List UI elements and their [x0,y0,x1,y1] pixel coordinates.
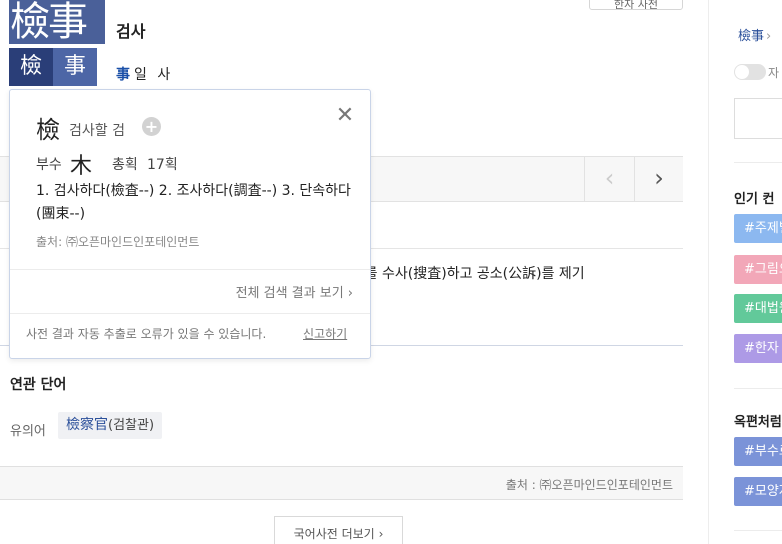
source-text: 출처 : ㈜오픈마인드인포테인먼트 [505,478,673,492]
popular-content-title: 인기 컨 [734,192,775,207]
synonym-chip[interactable]: 檢察官(검찰관) [58,412,163,439]
chevron-right-icon: › [766,29,772,44]
synonym-label: 유의어 [10,424,46,439]
sidebar-toggle-label: 자 [768,66,780,80]
popular-tag-2[interactable]: #그림으 [734,255,782,284]
popup-reading: 검사할 검 [69,123,125,139]
char-detail: 事일 사 [116,64,173,84]
more-dictionary-label: 국어사전 더보기 [293,527,375,541]
okpyeon-tag-1[interactable]: #부수로 [734,437,782,466]
hanja-char-cell-1[interactable]: 檢 [9,48,53,86]
radical-char: 木 [70,154,93,179]
popup-source: 출처: ㈜오픈마인드인포테인먼트 [36,235,200,249]
report-link[interactable]: 신고하기 [303,325,347,342]
chevron-right-icon: › [378,527,384,541]
char-detail-reading: 일 사 [134,67,174,83]
entry-reading: 검사 [116,22,146,41]
sidebar-crumb[interactable]: 檢事 › [738,25,771,44]
synonym-reading: (검찰관) [108,418,155,433]
popup-hanja: 檢 [36,116,60,144]
strokes-label: 총획 [112,157,138,173]
divider [734,162,782,163]
chevron-left-icon[interactable]: ‹ [584,157,634,201]
plus-icon[interactable]: + [142,117,161,136]
right-sidebar: 檢事› 자 인기 컨 #주제별 #그림으 #대법원 #한자 옥편처럼 #부수로 … [734,0,782,544]
strokes-value: 17획 [147,157,178,173]
divider [734,388,782,389]
okpyeon-title: 옥편처럼 [734,415,782,430]
okpyeon-tag-2[interactable]: #모양자 [734,477,782,506]
popular-tag-3[interactable]: #대법원 [734,294,782,323]
sidebar-toggle[interactable] [734,64,766,80]
sidebar-input-box[interactable] [734,98,782,139]
related-words-title: 연관 단어 [10,377,67,393]
divider [10,313,370,314]
sidebar-crumb-label: 檢事 [738,29,765,44]
hanja-popup: 檢 검사할 검 + ✕ 부수 木 총획 17획 1. 검사하다(檢査--) 2.… [9,89,371,359]
all-results-label: 전체 검색 결과 보기 [235,286,344,301]
chevron-right-icon: › [347,286,353,301]
hanja-char-cell-2[interactable]: 事 [53,48,97,86]
popup-meanings: 1. 검사하다(檢査--) 2. 조사하다(調査--) 3. 단속하다(團束--… [36,183,351,222]
char-detail-hanja[interactable]: 事 [116,67,130,83]
popular-tag-4[interactable]: #한자 [734,334,782,363]
more-dictionary-button[interactable]: 국어사전 더보기 › [274,516,403,544]
toggle-knob [735,65,749,79]
popular-tag-1[interactable]: #주제별 [734,214,782,243]
entry-hanja-title: 檢事 [9,0,105,44]
all-results-link[interactable]: 전체 검색 결과 보기 › [236,282,353,301]
divider [10,269,370,270]
dictionary-page: 檢事 검사 한자 사전 檢 事 事일 사 ‹ › 범죄(犯罪)를 수사(搜査)하… [0,0,782,544]
radical-label: 부수 [36,157,62,173]
divider [734,530,782,531]
close-icon[interactable]: ✕ [335,105,355,127]
sidebar-separator [708,0,709,544]
chevron-right-icon[interactable]: › [634,157,683,201]
popup-disclaimer: 사전 결과 자동 추출로 오류가 있을 수 있습니다. [26,327,267,341]
synonym-hanja: 檢察官 [66,417,108,433]
hanja-char-selector: 檢 事 [9,48,97,86]
top-button[interactable]: 한자 사전 [589,0,683,10]
source-bar: 출처 : ㈜오픈마인드인포테인먼트 [0,466,683,500]
